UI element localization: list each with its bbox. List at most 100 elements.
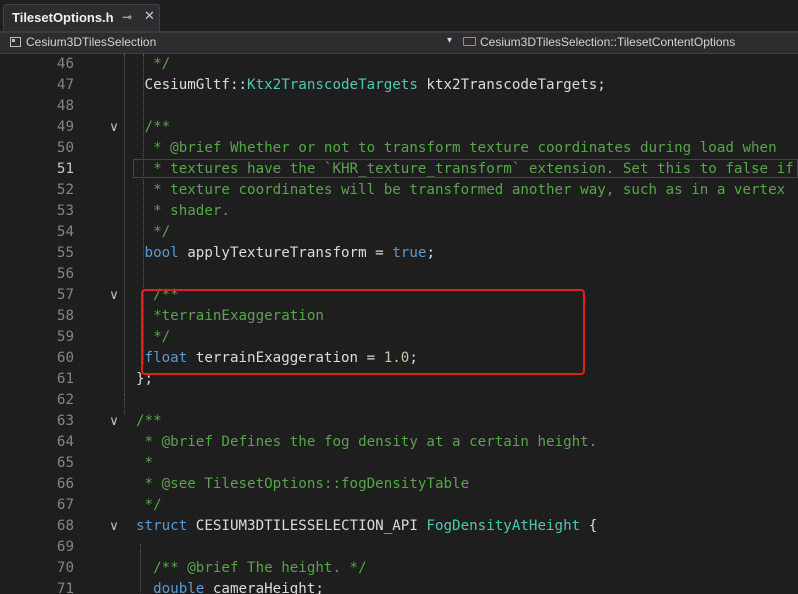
line-number: 68 — [56, 518, 74, 534]
code-text: /** — [136, 117, 171, 138]
fold-toggle-icon[interactable]: ∨ — [106, 411, 122, 432]
code-line[interactable]: 48 — [0, 96, 798, 117]
code-line[interactable]: 50 * @brief Whether or not to transform … — [0, 138, 798, 159]
code-token: /** — [136, 119, 171, 135]
code-text: * textures have the `KHR_texture_transfo… — [136, 159, 794, 180]
code-text: bool applyTextureTransform = true; — [136, 243, 435, 264]
code-text: double cameraHeight; — [136, 579, 324, 594]
code-line[interactable]: 70 /** @brief The height. */ — [0, 558, 798, 579]
code-line[interactable]: 52 * texture coordinates will be transfo… — [0, 180, 798, 201]
code-text: CesiumGltf::Ktx2TranscodeTargets ktx2Tra… — [136, 75, 606, 96]
code-token: * @see TilesetOptions::fogDensityTable — [136, 476, 470, 492]
line-number: 49 — [56, 119, 74, 135]
code-line[interactable]: 66 * @see TilesetOptions::fogDensityTabl… — [0, 474, 798, 495]
code-text: /** — [136, 411, 162, 432]
code-line[interactable]: 49 ∨ /** — [0, 117, 798, 138]
line-number: 66 — [56, 476, 74, 492]
code-text: * @see TilesetOptions::fogDensityTable — [136, 474, 470, 495]
line-number: 51 — [56, 161, 74, 177]
project-dropdown[interactable]: Cesium3DTilesSelection — [10, 35, 156, 49]
code-token: * @brief Defines the fog density at a ce… — [136, 434, 598, 450]
line-number: 57 — [56, 287, 74, 303]
code-token: ktx2TranscodeTargets; — [417, 77, 606, 93]
line-number: 61 — [56, 371, 74, 387]
code-line[interactable]: 62 — [0, 390, 798, 411]
code-token: * — [136, 455, 154, 471]
class-icon — [463, 37, 476, 46]
project-label: Cesium3DTilesSelection — [26, 35, 157, 49]
code-line[interactable]: 56 — [0, 264, 798, 285]
code-line[interactable]: 63 ∨ /** — [0, 411, 798, 432]
code-token: FogDensityAtHeight — [426, 518, 581, 534]
line-number: 71 — [56, 581, 74, 594]
code-token: */ — [136, 224, 171, 240]
line-number: 52 — [56, 182, 74, 198]
project-icon — [10, 37, 21, 47]
code-line[interactable]: 64 * @brief Defines the fog density at a… — [0, 432, 798, 453]
fold-toggle-icon[interactable]: ∨ — [106, 285, 122, 306]
code-token: cameraHeight; — [204, 581, 324, 594]
document-tab-strip: TilesetOptions.h ⊸ ✕ — [0, 0, 798, 33]
line-number: 64 — [56, 434, 74, 450]
scope-label: Cesium3DTilesSelection::TilesetContentOp… — [480, 35, 736, 49]
code-line[interactable]: 46 */ — [0, 54, 798, 75]
code-line[interactable]: 69 — [0, 537, 798, 558]
code-text: */ — [136, 222, 170, 243]
code-token: /** @brief The height. */ — [136, 560, 367, 576]
line-number: 50 — [56, 140, 74, 156]
code-text: * — [136, 453, 154, 474]
code-token: applyTextureTransform = — [178, 245, 393, 261]
code-line[interactable]: 51 * textures have the `KHR_texture_tran… — [0, 159, 798, 180]
navigation-bar: Cesium3DTilesSelection ▾ Cesium3DTilesSe… — [0, 33, 798, 54]
code-token: ; — [426, 245, 435, 261]
code-line[interactable]: 68 ∨ struct CESIUM3DTILESSELECTION_API Fog… — [0, 516, 798, 537]
code-token: Ktx2TranscodeTargets — [247, 77, 418, 93]
code-token: * textures have the `KHR_texture_transfo… — [136, 161, 794, 177]
code-line[interactable]: 54 */ — [0, 222, 798, 243]
line-number: 63 — [56, 413, 74, 429]
line-number: 53 — [56, 203, 74, 219]
code-token: CESIUM3DTILESSELECTION_API — [187, 518, 427, 534]
code-line[interactable]: 55 bool applyTextureTransform = true; — [0, 243, 798, 264]
close-icon[interactable]: ✕ — [144, 9, 155, 24]
code-token: * texture coordinates will be transforme… — [136, 182, 786, 198]
code-token: * @brief Whether or not to transform tex… — [136, 140, 777, 156]
code-line[interactable]: 71 double cameraHeight; — [0, 579, 798, 594]
line-number: 56 — [56, 266, 74, 282]
scope-dropdown[interactable]: Cesium3DTilesSelection::TilesetContentOp… — [463, 35, 735, 49]
code-token: bool — [136, 245, 179, 261]
code-token: /** — [136, 413, 162, 429]
fold-toggle-icon[interactable]: ∨ — [106, 117, 122, 138]
highlight-box — [141, 289, 585, 375]
code-token: struct — [136, 518, 188, 534]
code-line[interactable]: 67 */ — [0, 495, 798, 516]
chevron-down-icon[interactable]: ▾ — [447, 35, 452, 46]
code-token: CesiumGltf:: — [136, 77, 248, 93]
code-token: */ — [136, 497, 162, 513]
line-number: 62 — [56, 392, 74, 408]
code-text: * texture coordinates will be transforme… — [136, 180, 785, 201]
code-text: /** @brief The height. */ — [136, 558, 367, 579]
line-number: 46 — [56, 56, 74, 72]
code-token: true — [392, 245, 427, 261]
code-text: struct CESIUM3DTILESSELECTION_API FogDen… — [136, 516, 597, 537]
line-number: 55 — [56, 245, 74, 261]
line-number: 67 — [56, 497, 74, 513]
line-number: 65 — [56, 455, 74, 471]
line-number: 47 — [56, 77, 74, 93]
document-tab[interactable]: TilesetOptions.h ⊸ ✕ — [3, 4, 160, 31]
fold-toggle-icon[interactable]: ∨ — [106, 516, 122, 537]
code-text: * @brief Whether or not to transform tex… — [136, 138, 777, 159]
code-text: * @brief Defines the fog density at a ce… — [136, 432, 598, 453]
code-text: */ — [136, 54, 170, 75]
line-number: 69 — [56, 539, 74, 555]
code-line[interactable]: 47 CesiumGltf::Ktx2TranscodeTargets ktx2… — [0, 75, 798, 96]
code-text: * shader. — [136, 201, 230, 222]
code-token: * shader. — [136, 203, 230, 219]
code-line[interactable]: 53 * shader. — [0, 201, 798, 222]
line-number: 58 — [56, 308, 74, 324]
pin-icon[interactable]: ⊸ — [122, 10, 132, 24]
line-number: 60 — [56, 350, 74, 366]
code-line[interactable]: 65 * — [0, 453, 798, 474]
line-number: 59 — [56, 329, 74, 345]
